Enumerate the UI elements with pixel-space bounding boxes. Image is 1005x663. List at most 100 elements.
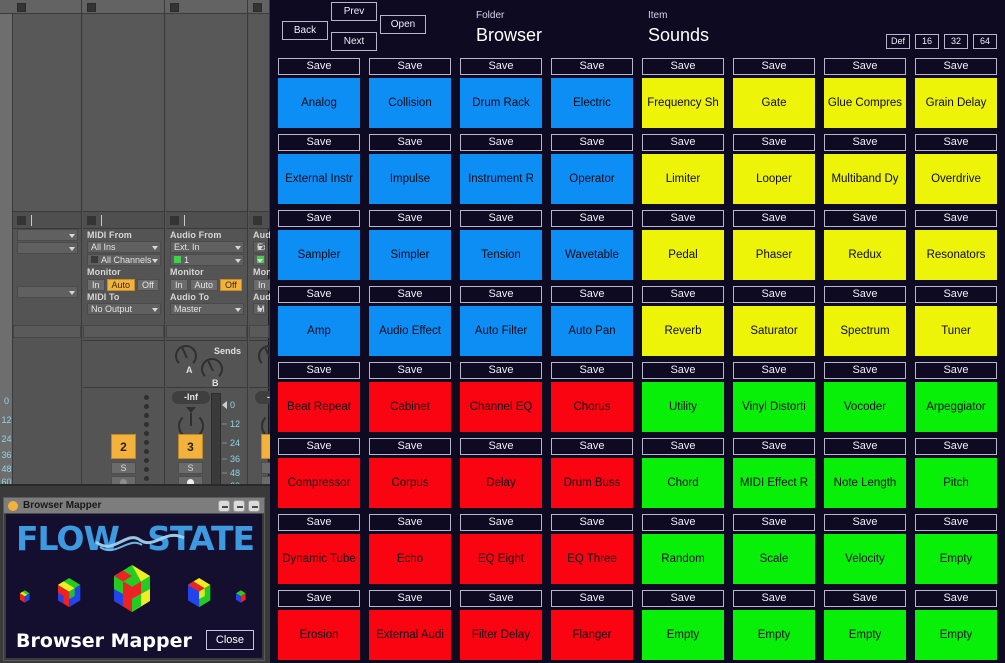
browser-mapper-window[interactable]: Browser Mapper FLOW STATE bbox=[3, 497, 265, 661]
track-solo-button[interactable]: S bbox=[111, 462, 136, 474]
device-pad-button[interactable]: Drum Buss bbox=[551, 458, 633, 508]
save-button[interactable]: Save bbox=[551, 286, 633, 303]
device-pad-button[interactable]: MIDI Effect R bbox=[733, 458, 815, 508]
save-button[interactable]: Save bbox=[369, 362, 451, 379]
device-pad-button[interactable]: Limiter bbox=[642, 154, 724, 204]
device-pad-button[interactable]: Spectrum bbox=[824, 306, 906, 356]
track-device-area[interactable] bbox=[166, 14, 247, 212]
save-button[interactable]: Save bbox=[733, 514, 815, 531]
device-pad-button[interactable]: Empty bbox=[733, 610, 815, 660]
io-output-target-select[interactable]: Master bbox=[253, 303, 266, 315]
device-pad-button[interactable]: Arpeggiator bbox=[915, 382, 997, 432]
volume-value-display[interactable]: -Inf bbox=[172, 391, 210, 404]
io-input-channel-select[interactable]: 2 bbox=[253, 254, 266, 266]
save-button[interactable]: Save bbox=[642, 58, 724, 75]
device-pad-button[interactable]: Scale bbox=[733, 534, 815, 584]
device-pad-button[interactable]: Empty bbox=[915, 534, 997, 584]
save-button[interactable]: Save bbox=[824, 438, 906, 455]
device-pad-button[interactable]: Electric bbox=[551, 78, 633, 128]
device-pad-button[interactable]: External Audi bbox=[369, 610, 451, 660]
save-button[interactable]: Save bbox=[551, 362, 633, 379]
save-button[interactable]: Save bbox=[278, 362, 360, 379]
save-button[interactable]: Save bbox=[278, 438, 360, 455]
track-slot[interactable] bbox=[166, 212, 247, 229]
device-pad-button[interactable]: Echo bbox=[369, 534, 451, 584]
device-pad-button[interactable]: Overdrive bbox=[915, 154, 997, 204]
save-button[interactable]: Save bbox=[278, 210, 360, 227]
save-button[interactable]: Save bbox=[460, 590, 542, 607]
close-window-button[interactable] bbox=[248, 500, 260, 512]
monitor-in-button[interactable]: In bbox=[253, 279, 271, 291]
device-pad-button[interactable]: Audio Effect bbox=[369, 306, 451, 356]
save-button[interactable]: Save bbox=[642, 210, 724, 227]
device-pad-button[interactable]: Delay bbox=[460, 458, 542, 508]
device-pad-button[interactable]: Empty bbox=[824, 610, 906, 660]
save-button[interactable]: Save bbox=[824, 514, 906, 531]
track-sendbox[interactable] bbox=[83, 325, 164, 338]
track-device-area[interactable] bbox=[249, 14, 269, 212]
device-pad-button[interactable]: Sampler bbox=[278, 230, 360, 280]
device-pad-button[interactable]: Phaser bbox=[733, 230, 815, 280]
save-button[interactable]: Save bbox=[460, 210, 542, 227]
send-a-knob[interactable] bbox=[175, 345, 197, 367]
save-button[interactable]: Save bbox=[733, 210, 815, 227]
save-button[interactable]: Save bbox=[733, 134, 815, 151]
daw-track-3[interactable]: Audio From Ext. In 2 Monitor In Auto Off… bbox=[249, 0, 270, 484]
io-output-target-select[interactable]: No Output bbox=[87, 303, 161, 315]
save-button[interactable]: Save bbox=[642, 590, 724, 607]
device-pad-button[interactable]: EQ Three bbox=[551, 534, 633, 584]
track-activator-icon[interactable] bbox=[253, 3, 262, 12]
open-button[interactable]: Open bbox=[380, 15, 426, 34]
device-pad-button[interactable]: EQ Eight bbox=[460, 534, 542, 584]
io-output-target-select[interactable]: Master bbox=[170, 303, 244, 315]
save-button[interactable]: Save bbox=[733, 438, 815, 455]
save-button[interactable]: Save bbox=[642, 514, 724, 531]
track-activator-icon[interactable] bbox=[17, 3, 26, 12]
device-pad-button[interactable]: Flanger bbox=[551, 610, 633, 660]
close-button[interactable]: Close bbox=[206, 630, 254, 650]
device-pad-button[interactable]: Erosion bbox=[278, 610, 360, 660]
save-button[interactable]: Save bbox=[278, 134, 360, 151]
save-button[interactable]: Save bbox=[551, 590, 633, 607]
device-pad-button[interactable]: Collision bbox=[369, 78, 451, 128]
daw-track-2[interactable]: Audio From Ext. In 1 Monitor In Auto Off… bbox=[166, 0, 248, 484]
track-activator-icon[interactable] bbox=[170, 3, 179, 12]
device-pad-button[interactable]: Empty bbox=[642, 610, 724, 660]
io-input-channel-select[interactable]: 1 bbox=[170, 254, 244, 266]
track-number-button[interactable]: 2 bbox=[111, 434, 136, 459]
save-button[interactable]: Save bbox=[733, 286, 815, 303]
back-button[interactable]: Back bbox=[282, 21, 328, 40]
size-button-def[interactable]: Def bbox=[886, 34, 910, 49]
device-pad-button[interactable]: Pedal bbox=[642, 230, 724, 280]
device-pad-button[interactable]: Impulse bbox=[369, 154, 451, 204]
io-select-collapsed-a[interactable] bbox=[17, 229, 78, 241]
size-button-64[interactable]: 64 bbox=[973, 34, 997, 49]
track-sendbox[interactable] bbox=[166, 325, 247, 338]
track-device-area[interactable] bbox=[83, 14, 164, 212]
save-button[interactable]: Save bbox=[915, 210, 997, 227]
save-button[interactable]: Save bbox=[915, 514, 997, 531]
track-sendbox[interactable] bbox=[13, 325, 81, 338]
track-slot[interactable] bbox=[13, 212, 81, 229]
save-button[interactable]: Save bbox=[824, 590, 906, 607]
save-button[interactable]: Save bbox=[733, 362, 815, 379]
prev-button[interactable]: Prev bbox=[331, 2, 377, 21]
monitor-auto-button[interactable]: Auto bbox=[190, 279, 219, 291]
save-button[interactable]: Save bbox=[369, 438, 451, 455]
save-button[interactable]: Save bbox=[551, 514, 633, 531]
device-pad-button[interactable]: Glue Compres bbox=[824, 78, 906, 128]
minimize-button[interactable] bbox=[218, 500, 230, 512]
save-button[interactable]: Save bbox=[824, 210, 906, 227]
track-header[interactable] bbox=[13, 0, 81, 14]
save-button[interactable]: Save bbox=[369, 590, 451, 607]
device-pad-button[interactable]: Vocoder bbox=[824, 382, 906, 432]
save-button[interactable]: Save bbox=[733, 58, 815, 75]
track-solo-button[interactable]: S bbox=[178, 462, 203, 474]
device-pad-button[interactable]: Utility bbox=[642, 382, 724, 432]
track-header[interactable] bbox=[249, 0, 269, 14]
save-button[interactable]: Save bbox=[369, 514, 451, 531]
save-button[interactable]: Save bbox=[915, 362, 997, 379]
plugin-titlebar[interactable]: Browser Mapper bbox=[4, 498, 264, 514]
device-pad-button[interactable]: Instrument R bbox=[460, 154, 542, 204]
next-button[interactable]: Next bbox=[331, 32, 377, 51]
